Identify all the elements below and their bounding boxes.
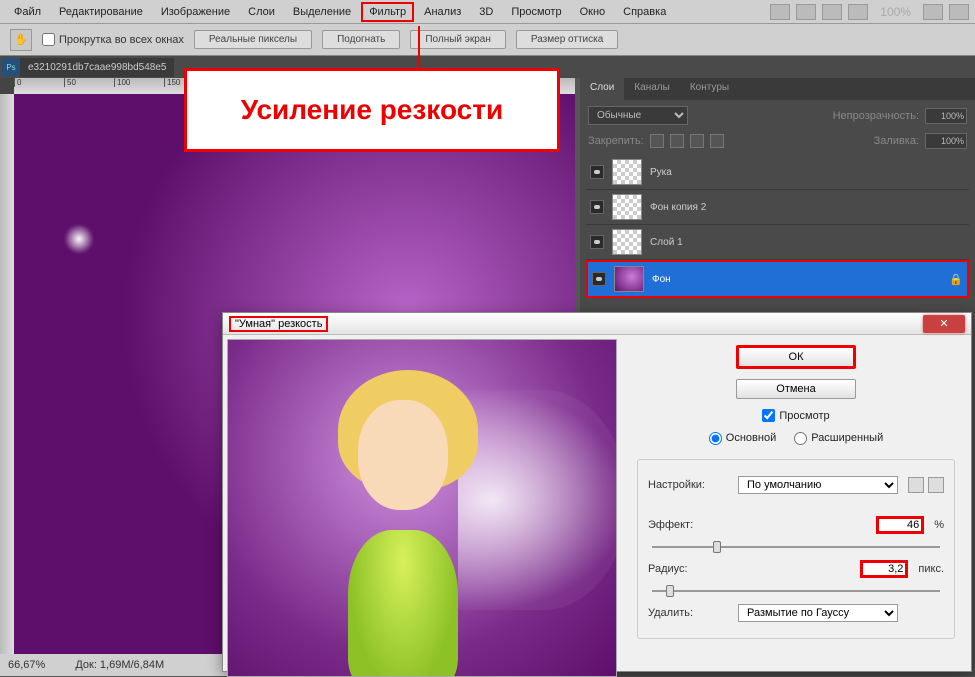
lock-transparent-icon[interactable]	[650, 134, 664, 148]
opacity-label: Непрозрачность:	[833, 110, 919, 122]
arrange-icon[interactable]	[848, 4, 868, 20]
annotation-text: Усиление резкости	[241, 94, 503, 126]
tab-layers[interactable]: Слои	[580, 78, 624, 100]
layer-row[interactable]: Фон копия 2	[586, 190, 969, 225]
radius-unit: пикс.	[918, 563, 944, 575]
menu-layers[interactable]: Слои	[240, 2, 283, 22]
ok-button[interactable]: ОК	[736, 345, 856, 369]
effect-slider[interactable]	[648, 540, 944, 554]
annotation-line	[418, 26, 420, 70]
radius-field[interactable]	[860, 560, 908, 578]
fill-field[interactable]	[925, 133, 967, 149]
radius-label: Радиус:	[648, 563, 728, 575]
scroll-all-checkbox[interactable]: Прокрутка во всех окнах	[42, 33, 184, 46]
dialog-controls: ОК Отмена Просмотр Основной Расширенный …	[621, 335, 971, 673]
layer-name[interactable]: Слой 1	[650, 237, 683, 248]
effect-label: Эффект:	[648, 519, 728, 531]
layer-row-background[interactable]: Фон 🔒	[586, 260, 969, 298]
remove-label: Удалить:	[648, 607, 728, 619]
layer-thumbnail[interactable]	[614, 266, 644, 292]
annotation-line	[280, 150, 560, 330]
layer-row[interactable]: Рука	[586, 155, 969, 190]
visibility-toggle[interactable]	[590, 235, 604, 249]
visibility-toggle[interactable]	[592, 272, 606, 286]
layer-thumbnail[interactable]	[612, 229, 642, 255]
layer-row[interactable]: Слой 1	[586, 225, 969, 260]
layer-name[interactable]: Фон копия 2	[650, 202, 706, 213]
zoom-value[interactable]: 66,67%	[8, 659, 45, 671]
opacity-field[interactable]	[925, 108, 967, 124]
menu-3d[interactable]: 3D	[471, 2, 501, 22]
menu-file[interactable]: Файл	[6, 2, 49, 22]
lock-icon: 🔒	[949, 273, 963, 286]
document-size: Док: 1,69M/6,84M	[75, 659, 164, 671]
dialog-preview[interactable]	[227, 339, 617, 677]
effect-field[interactable]	[876, 516, 924, 534]
options-bar: ✋ Прокрутка во всех окнах Реальные пиксе…	[0, 24, 975, 56]
document-tab[interactable]: e3210291db7caae998bd548e5	[20, 58, 174, 77]
save-preset-icon[interactable]	[908, 477, 924, 493]
lock-position-icon[interactable]	[690, 134, 704, 148]
fit-screen-button[interactable]: Подогнать	[322, 30, 400, 49]
minibridge-icon[interactable]	[796, 4, 816, 20]
lock-pixels-icon[interactable]	[670, 134, 684, 148]
settings-select[interactable]: По умолчанию	[738, 476, 898, 494]
mode-advanced-radio[interactable]: Расширенный	[794, 432, 883, 445]
layer-thumbnail[interactable]	[612, 194, 642, 220]
bridge-icon[interactable]	[770, 4, 790, 20]
layer-thumbnail[interactable]	[612, 159, 642, 185]
actual-pixels-button[interactable]: Реальные пикселы	[194, 30, 312, 49]
menu-image[interactable]: Изображение	[153, 2, 238, 22]
ruler-vertical	[0, 94, 14, 676]
menu-window[interactable]: Окно	[572, 2, 614, 22]
zoom-display: 100%	[874, 5, 917, 19]
print-size-button[interactable]: Размер оттиска	[516, 30, 618, 49]
main-menubar: Файл Редактирование Изображение Слои Выд…	[0, 0, 975, 24]
mode-basic-radio[interactable]: Основной	[709, 432, 776, 445]
menu-help[interactable]: Справка	[615, 2, 674, 22]
layer-name[interactable]: Рука	[650, 167, 672, 178]
fill-label: Заливка:	[874, 135, 919, 147]
menu-filter[interactable]: Фильтр	[361, 2, 414, 22]
menu-select[interactable]: Выделение	[285, 2, 359, 22]
smart-sharpen-dialog: "Умная" резкость ✕ ОК Отмена Просмотр Ос…	[222, 312, 972, 672]
layers-list: Рука Фон копия 2 Слой 1 Фон 🔒	[580, 151, 975, 302]
menu-view[interactable]: Просмотр	[503, 2, 569, 22]
menu-analysis[interactable]: Анализ	[416, 2, 469, 22]
cancel-button[interactable]: Отмена	[736, 379, 856, 399]
visibility-toggle[interactable]	[590, 200, 604, 214]
preview-checkbox[interactable]: Просмотр	[637, 409, 955, 422]
hand-tool-icon[interactable]: ✋	[10, 29, 32, 51]
zoom-icon[interactable]	[949, 4, 969, 20]
ps-icon: Ps	[2, 58, 20, 76]
annotation-callout: Усиление резкости	[184, 68, 560, 152]
hand-icon[interactable]	[923, 4, 943, 20]
tab-paths[interactable]: Контуры	[680, 78, 739, 100]
remove-select[interactable]: Размытие по Гауссу	[738, 604, 898, 622]
panel-tabs: Слои Каналы Контуры	[580, 78, 975, 100]
full-screen-button[interactable]: Полный экран	[410, 30, 506, 49]
menu-edit[interactable]: Редактирование	[51, 2, 151, 22]
lock-row: Закрепить: Заливка:	[580, 131, 975, 151]
layer-name[interactable]: Фон	[652, 274, 671, 285]
effect-unit: %	[934, 519, 944, 531]
blend-mode-select[interactable]: Обычные	[588, 106, 688, 125]
visibility-toggle[interactable]	[590, 165, 604, 179]
extras-icon[interactable]	[822, 4, 842, 20]
lock-all-icon[interactable]	[710, 134, 724, 148]
radius-slider[interactable]	[648, 584, 944, 598]
tab-channels[interactable]: Каналы	[624, 78, 680, 100]
close-button[interactable]: ✕	[923, 315, 965, 333]
settings-label: Настройки:	[648, 479, 728, 491]
delete-preset-icon[interactable]	[928, 477, 944, 493]
